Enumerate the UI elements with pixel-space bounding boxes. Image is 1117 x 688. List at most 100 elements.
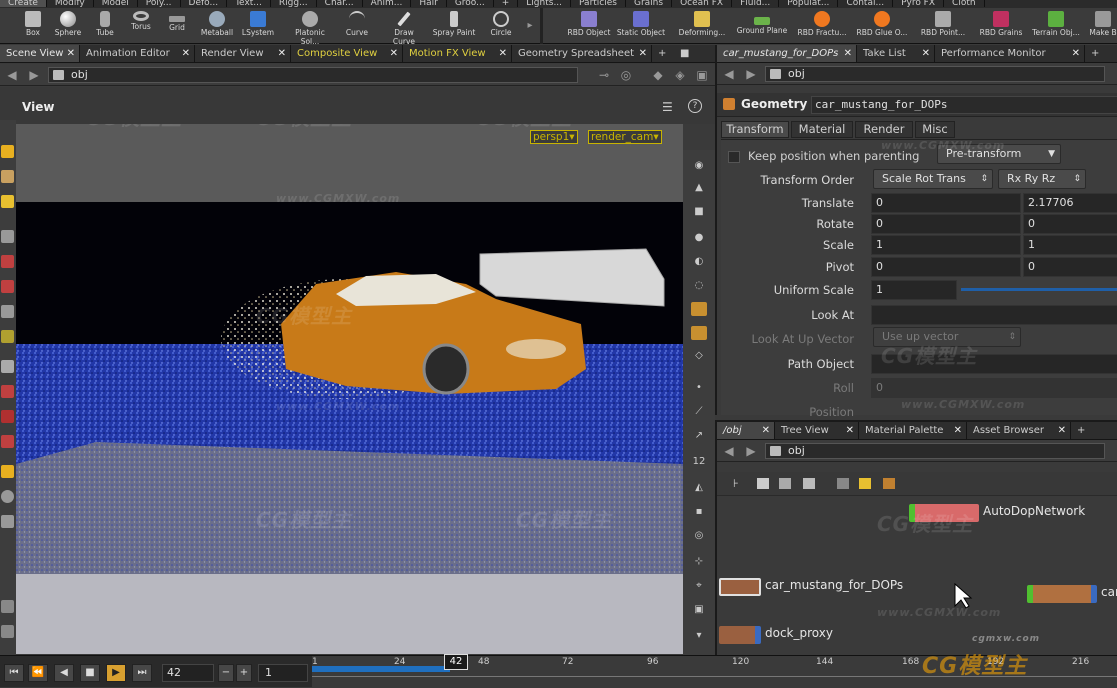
frame-selection-icon[interactable]: ⊹	[691, 556, 707, 570]
shelf-tab[interactable]: Grains	[626, 0, 673, 8]
close-icon[interactable]: ✕	[954, 422, 962, 439]
subnet-icon[interactable]	[883, 478, 895, 489]
close-icon[interactable]: ✕	[182, 45, 190, 62]
forward-arrow-icon[interactable]: ▶	[26, 68, 42, 82]
subtab-render[interactable]: Render	[855, 121, 913, 138]
tube-tool[interactable]: Tube	[85, 8, 125, 44]
visibility-icon[interactable]: ◉	[691, 160, 707, 174]
home-icon[interactable]: ⌖	[691, 580, 707, 594]
sticky-note-icon[interactable]	[859, 478, 871, 489]
shelf-tab[interactable]: Poly...	[138, 0, 181, 8]
snap-tool-icon[interactable]	[1, 330, 14, 343]
shelf-tab[interactable]: Defo...	[181, 0, 228, 8]
lighting-icon[interactable]: ◐	[691, 256, 707, 270]
rbd-point-tool[interactable]: RBD Point...	[917, 8, 969, 44]
close-icon[interactable]: ✕	[922, 45, 930, 62]
translate-x-field[interactable]: 0	[871, 193, 1021, 213]
stop-icon[interactable]: ■	[80, 664, 100, 682]
render-camera-menu[interactable]: render_cam▾	[588, 130, 662, 144]
ghost-icon[interactable]: ◌	[691, 280, 707, 294]
persp-camera-menu[interactable]: persp1▾	[530, 130, 578, 144]
shelf-tab[interactable]: Model	[94, 0, 138, 8]
scale-y-field[interactable]: 1	[1023, 235, 1117, 255]
shelf-scroll-arrow[interactable]: ▸	[523, 8, 537, 44]
display-lock-icon[interactable]: ◭	[691, 482, 707, 496]
curve-tool[interactable]: Curve	[337, 8, 377, 44]
move-tool-icon[interactable]	[1, 170, 14, 183]
pose-tool-icon[interactable]	[1, 230, 14, 243]
tab-asset-browser[interactable]: Asset Browser ✕	[967, 422, 1071, 439]
shelf-tab[interactable]: Char...	[317, 0, 363, 8]
add-tab-button[interactable]: +	[652, 45, 674, 62]
camera-icon[interactable]	[1, 490, 14, 503]
timeline-track[interactable]: 1 24 48 72 96 120 144 168 192 216 42 CG模…	[312, 634, 1117, 688]
forward-arrow-icon[interactable]: ▶	[743, 444, 759, 458]
close-icon[interactable]: ✕	[762, 422, 770, 439]
back-arrow-icon[interactable]: ◀	[4, 68, 20, 82]
headlight-icon[interactable]	[691, 302, 707, 316]
network-path-field[interactable]: obj	[48, 66, 578, 83]
scene-viewport[interactable]: persp1▾ render_cam▾ CG模型主 CG模型主 CG模型主 CG…	[16, 124, 683, 654]
close-icon[interactable]: ✕	[639, 45, 647, 62]
shelf-tab[interactable]: Pyro FX	[893, 0, 945, 8]
rbd-fracture-tool[interactable]: RBD Fractu...	[796, 8, 848, 44]
shelf-tab[interactable]: Hair	[411, 0, 447, 8]
brush-tool-icon[interactable]	[1, 280, 14, 293]
tab-motion-fx-view[interactable]: Motion FX View ✕	[403, 45, 512, 62]
terrain-object-tool[interactable]: Terrain Obj...	[1030, 8, 1082, 44]
sphere-tool[interactable]: Sphere	[48, 8, 88, 44]
back-arrow-icon[interactable]: ◀	[721, 444, 737, 458]
add-tab-button[interactable]: +	[1085, 45, 1105, 62]
thumbnail-mode-icon[interactable]	[779, 478, 791, 489]
normals-icon[interactable]: ⟋	[691, 406, 707, 420]
viewer-menu-icon[interactable]: ☰	[662, 100, 673, 114]
tab-take-list[interactable]: Take List ✕	[857, 45, 935, 62]
torus-tool[interactable]: Torus	[121, 8, 161, 44]
view-tool-icon[interactable]	[1, 600, 14, 613]
shelf-tab[interactable]: Ocean FX	[672, 0, 733, 8]
shelf-tab[interactable]: Anim...	[363, 0, 412, 8]
grid-tool[interactable]: Grid	[157, 8, 197, 44]
node-name-field[interactable]: car_mustang_for_DOPs	[811, 96, 1117, 114]
grid-mode-icon[interactable]	[803, 478, 815, 489]
draw-curve-tool[interactable]: Draw Curve	[382, 8, 426, 46]
display-options-icon[interactable]: ◆	[650, 68, 666, 82]
link-icon[interactable]: ◎	[618, 68, 634, 82]
translate-y-field[interactable]: 2.17706	[1023, 193, 1117, 213]
tab-composite-view[interactable]: Composite View ✕	[291, 45, 403, 62]
snapshot-icon[interactable]: ◈	[672, 68, 688, 82]
network-path-field[interactable]: obj	[765, 442, 1105, 459]
render-preview-icon[interactable]: ▣	[691, 604, 707, 618]
pivot-x-field[interactable]: 0	[871, 257, 1021, 277]
spray-paint-tool[interactable]: Spray Paint	[432, 8, 476, 44]
lsystem-tool[interactable]: LSystem	[238, 8, 278, 44]
deforming-object-tool[interactable]: Deforming...	[677, 8, 727, 44]
shelf-tab[interactable]: Modify	[47, 0, 94, 8]
shelf-tab[interactable]: Fluid...	[732, 0, 780, 8]
play-reverse-icon[interactable]: ◀	[54, 664, 74, 682]
rbd-object-tool[interactable]: RBD Object	[566, 8, 612, 44]
subtab-misc[interactable]: Misc	[915, 121, 955, 138]
scroll-down-icon[interactable]: ▾	[691, 630, 707, 644]
tree-layout-icon[interactable]: ⊦	[733, 477, 739, 490]
shading-icon[interactable]: ●	[691, 232, 707, 246]
tab-animation-editor[interactable]: Animation Editor ✕	[80, 45, 195, 62]
rotate-y-field[interactable]: 0	[1023, 214, 1117, 234]
transform-order-menu[interactable]: Scale Rot Trans ⇕	[873, 169, 993, 189]
ground-plane-tool[interactable]: Ground Plane	[736, 8, 788, 44]
scale-x-field[interactable]: 1	[871, 235, 1021, 255]
rbd-grains-tool[interactable]: RBD Grains	[975, 8, 1027, 44]
platonic-solids-tool[interactable]: Platonic Sol...	[287, 8, 333, 46]
prim-numbers-icon[interactable]: 12	[691, 456, 707, 470]
shelf-tab[interactable]: Particles	[571, 0, 626, 8]
step-back-key-icon[interactable]: ⏪	[28, 664, 48, 682]
shelf-tab[interactable]: Text...	[227, 0, 271, 8]
playhead-marker[interactable]: 42	[444, 654, 468, 670]
pin-icon[interactable]: ⊸	[596, 68, 612, 82]
lock-icon[interactable]: ▲	[691, 182, 707, 196]
list-mode-icon[interactable]	[757, 478, 769, 489]
forward-arrow-icon[interactable]: ▶	[743, 67, 759, 81]
tab-geometry-spreadsheet[interactable]: Geometry Spreadsheet ✕	[512, 45, 652, 62]
shelf-add-tab[interactable]: +	[494, 0, 519, 8]
keep-position-checkbox[interactable]	[728, 151, 740, 163]
